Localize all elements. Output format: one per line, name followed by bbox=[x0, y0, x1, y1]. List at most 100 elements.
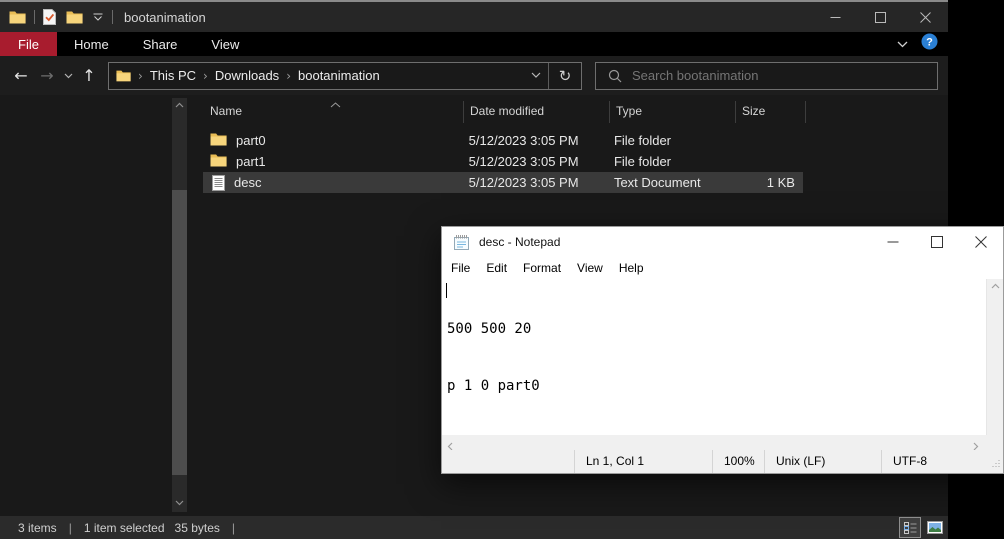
scrollbar-thumb[interactable] bbox=[172, 190, 187, 475]
refresh-button[interactable]: ↻ bbox=[549, 63, 581, 89]
separator bbox=[112, 10, 113, 24]
notepad-horizontal-scrollbar[interactable] bbox=[442, 435, 1003, 451]
explorer-window-controls bbox=[813, 2, 948, 32]
menu-help[interactable]: Help bbox=[611, 261, 652, 275]
file-name: desc bbox=[234, 175, 262, 190]
column-header-type[interactable]: Type bbox=[610, 101, 736, 123]
tab-share[interactable]: Share bbox=[126, 32, 195, 56]
explorer-titlebar[interactable]: bootanimation bbox=[0, 2, 948, 32]
folder-icon bbox=[210, 132, 227, 149]
details-view-button[interactable] bbox=[899, 517, 921, 538]
selection-size: 35 bytes bbox=[174, 520, 220, 535]
up-button[interactable]: ↑ bbox=[76, 63, 102, 89]
tab-view[interactable]: View bbox=[194, 32, 256, 56]
address-dropdown-chevron-icon[interactable] bbox=[524, 63, 548, 89]
breadcrumb-separator: › bbox=[286, 68, 291, 83]
breadcrumb-separator: › bbox=[138, 68, 143, 83]
notepad-titlebar[interactable]: desc - Notepad bbox=[442, 227, 1003, 257]
notepad-window-controls bbox=[871, 227, 1003, 257]
breadcrumb-this-pc[interactable]: This PC bbox=[150, 68, 196, 83]
notepad-app-icon bbox=[453, 234, 470, 251]
large-icons-view-button[interactable] bbox=[924, 517, 946, 538]
text-caret bbox=[446, 283, 447, 298]
minimize-button[interactable] bbox=[813, 2, 858, 32]
svg-text:?: ? bbox=[926, 37, 933, 49]
notepad-menubar: File Edit Format View Help bbox=[442, 257, 1003, 279]
search-icon bbox=[608, 69, 622, 83]
quick-access-customize-chevron-icon[interactable] bbox=[92, 13, 104, 22]
scroll-up-icon[interactable] bbox=[987, 283, 1004, 289]
editor-line: 500 500 20 bbox=[447, 321, 532, 337]
file-name: part0 bbox=[236, 133, 266, 148]
address-folder-icon bbox=[116, 69, 131, 82]
table-row-part1[interactable]: part1 5/12/2023 3:05 PM File folder bbox=[203, 151, 803, 172]
menu-format[interactable]: Format bbox=[515, 261, 569, 275]
notepad-vertical-scrollbar[interactable] bbox=[986, 279, 1003, 435]
menu-view[interactable]: View bbox=[569, 261, 611, 275]
file-date: 5/12/2023 3:05 PM bbox=[468, 154, 579, 169]
column-header-size[interactable]: Size bbox=[736, 101, 806, 123]
notepad-status-bar: Ln 1, Col 1 100% Unix (LF) UTF-8 bbox=[442, 450, 1003, 473]
items-count: 3 items bbox=[18, 520, 57, 535]
maximize-button[interactable] bbox=[915, 227, 959, 257]
file-date: 5/12/2023 3:05 PM bbox=[468, 133, 579, 148]
explorer-window-title: bootanimation bbox=[124, 9, 206, 25]
close-button[interactable] bbox=[903, 2, 948, 32]
status-spacer bbox=[442, 450, 574, 473]
tab-file[interactable]: File bbox=[0, 32, 57, 56]
file-list: part0 5/12/2023 3:05 PM File folder part… bbox=[203, 130, 803, 193]
minimize-button[interactable] bbox=[871, 227, 915, 257]
selection-count: 1 item selected bbox=[83, 520, 165, 535]
quick-access-properties-icon[interactable] bbox=[42, 9, 57, 25]
menu-file[interactable]: File bbox=[443, 261, 478, 275]
file-list-header: Name Date modified Type Size bbox=[203, 101, 806, 123]
folder-icon bbox=[210, 153, 227, 170]
ribbon-expand-chevron-icon[interactable] bbox=[897, 35, 908, 53]
close-button[interactable] bbox=[959, 227, 1003, 257]
forward-button[interactable]: → bbox=[34, 63, 60, 89]
file-type: File folder bbox=[613, 154, 672, 169]
line-ending: Unix (LF) bbox=[764, 450, 881, 473]
ribbon-tab-bar: File Home Share View ? bbox=[0, 32, 948, 56]
address-bar[interactable]: › This PC › Downloads › bootanimation ↻ bbox=[108, 61, 582, 90]
notepad-editor[interactable]: 500 500 20 p 1 0 part0 p 0 0 part1 bbox=[442, 279, 986, 435]
cursor-position: Ln 1, Col 1 bbox=[574, 450, 712, 473]
encoding: UTF-8 bbox=[881, 450, 1003, 473]
breadcrumb-bootanimation[interactable]: bootanimation bbox=[298, 68, 380, 83]
search-box[interactable] bbox=[595, 61, 938, 90]
desktop: bootanimation File Home Share View ? ← →… bbox=[0, 0, 1004, 539]
menu-edit[interactable]: Edit bbox=[478, 261, 515, 275]
quick-access-new-folder-icon[interactable] bbox=[66, 10, 83, 24]
column-header-name[interactable]: Name bbox=[203, 101, 464, 123]
address-toolbar: ← → ↑ › This PC › Downloads › bootanimat… bbox=[0, 56, 948, 95]
table-row-part0[interactable]: part0 5/12/2023 3:05 PM File folder bbox=[203, 130, 803, 151]
recent-locations-chevron-icon[interactable] bbox=[60, 63, 76, 89]
help-icon[interactable]: ? bbox=[921, 33, 938, 55]
scroll-down-icon[interactable] bbox=[172, 496, 187, 510]
editor-line: p 1 0 part0 bbox=[447, 378, 540, 394]
table-row-desc[interactable]: desc 5/12/2023 3:05 PM Text Document 1 K… bbox=[203, 172, 803, 193]
status-divider: | bbox=[68, 520, 72, 535]
file-name: part1 bbox=[236, 154, 266, 169]
breadcrumb-separator: › bbox=[203, 68, 208, 83]
separator bbox=[34, 10, 35, 24]
nav-pane-scrollbar[interactable] bbox=[172, 98, 187, 512]
scroll-up-icon[interactable] bbox=[172, 98, 187, 112]
explorer-window-folder-icon bbox=[9, 10, 26, 24]
file-date: 5/12/2023 3:05 PM bbox=[468, 175, 579, 190]
search-input[interactable] bbox=[630, 67, 910, 84]
column-header-date-modified[interactable]: Date modified bbox=[464, 101, 610, 123]
zoom-level: 100% bbox=[712, 450, 764, 473]
status-divider: | bbox=[231, 520, 236, 535]
notepad-window: desc - Notepad File Edit Format View Hel… bbox=[441, 226, 1004, 474]
file-type: Text Document bbox=[613, 175, 701, 190]
resize-grip[interactable] bbox=[991, 457, 1001, 471]
file-size: 1 KB bbox=[766, 175, 795, 190]
text-document-icon bbox=[212, 174, 225, 191]
view-toggle-buttons bbox=[899, 517, 946, 538]
breadcrumb-downloads[interactable]: Downloads bbox=[215, 68, 279, 83]
file-type: File folder bbox=[613, 133, 672, 148]
maximize-button[interactable] bbox=[858, 2, 903, 32]
tab-home[interactable]: Home bbox=[57, 32, 126, 56]
back-button[interactable]: ← bbox=[8, 63, 34, 89]
